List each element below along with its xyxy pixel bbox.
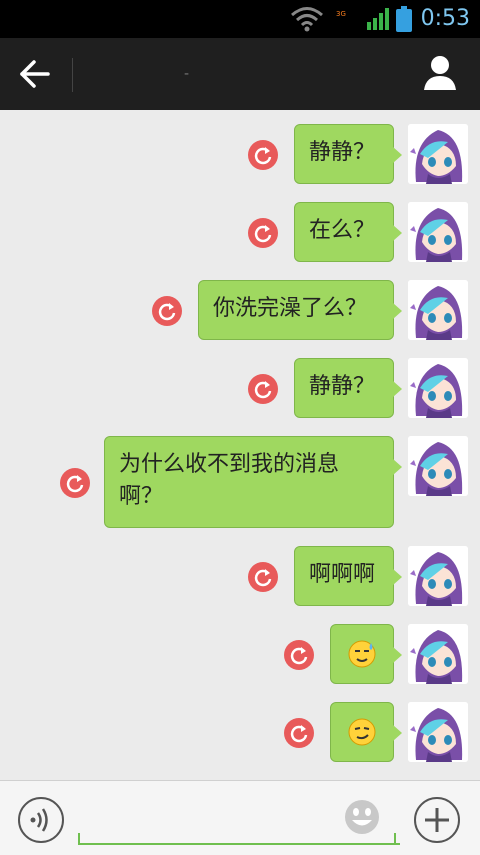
input-bar <box>0 780 480 855</box>
message-bubble[interactable]: 静静？ <box>294 124 402 184</box>
sweat-emoji-icon <box>347 639 377 679</box>
message-bubble[interactable] <box>330 624 402 684</box>
smirk-emoji-icon <box>347 717 377 757</box>
refresh-icon <box>290 723 308 743</box>
input-underline-right <box>394 833 396 843</box>
smiley-icon <box>345 800 379 834</box>
avatar[interactable] <box>408 624 468 684</box>
battery-icon <box>396 6 412 36</box>
message-bubble[interactable] <box>330 702 402 762</box>
voice-input-button[interactable] <box>18 797 64 843</box>
voice-wave-icon <box>30 808 48 832</box>
chat-title: - <box>184 66 190 82</box>
message-text: 静静？ <box>309 374 376 399</box>
message-text: 在么？ <box>309 218 376 243</box>
message-list[interactable]: 静静？ 在么？ 你洗完澡了么？ 静静？ 为什么收不到我的消息啊？ 啊啊啊 <box>0 110 480 780</box>
clock: 0:53 <box>420 6 470 31</box>
back-button[interactable] <box>18 58 54 90</box>
message-bubble[interactable]: 啊啊啊 <box>294 546 402 606</box>
emoji-button[interactable] <box>342 797 382 837</box>
avatar[interactable] <box>408 436 468 496</box>
avatar[interactable] <box>408 702 468 762</box>
avatar[interactable] <box>408 202 468 262</box>
contact-info-button[interactable] <box>422 54 458 92</box>
refresh-icon <box>158 301 176 321</box>
avatar[interactable] <box>408 280 468 340</box>
resend-button[interactable] <box>248 374 278 404</box>
refresh-icon <box>290 645 308 665</box>
message-bubble[interactable]: 你洗完澡了么？ <box>198 280 402 340</box>
refresh-icon <box>66 473 84 493</box>
status-bar: 3G 0:53 <box>0 0 480 38</box>
title-divider <box>72 58 73 92</box>
resend-button[interactable] <box>284 718 314 748</box>
plus-icon <box>425 808 449 832</box>
refresh-icon <box>254 223 272 243</box>
avatar[interactable] <box>408 358 468 418</box>
message-bubble[interactable]: 在么？ <box>294 202 402 262</box>
avatar[interactable] <box>408 124 468 184</box>
input-underline-left <box>78 833 80 843</box>
network-type-label: 3G <box>336 10 346 18</box>
person-icon <box>424 56 456 90</box>
resend-button[interactable] <box>284 640 314 670</box>
resend-button[interactable] <box>248 140 278 170</box>
refresh-icon <box>254 145 272 165</box>
refresh-icon <box>254 567 272 587</box>
title-bar: - <box>0 38 480 110</box>
signal-icon <box>367 8 389 34</box>
message-bubble[interactable]: 为什么收不到我的消息啊？ <box>104 436 402 528</box>
resend-button[interactable] <box>248 562 278 592</box>
refresh-icon <box>254 379 272 399</box>
back-arrow-icon <box>20 60 50 88</box>
resend-button[interactable] <box>248 218 278 248</box>
resend-button[interactable] <box>60 468 90 498</box>
message-text: 为什么收不到我的消息啊？ <box>119 452 340 509</box>
message-bubble[interactable]: 静静？ <box>294 358 402 418</box>
message-text: 啊啊啊 <box>309 562 376 587</box>
message-text: 你洗完澡了么？ <box>213 296 368 321</box>
message-text: 静静？ <box>309 140 376 165</box>
resend-button[interactable] <box>152 296 182 326</box>
wifi-icon <box>290 6 324 36</box>
more-options-button[interactable] <box>414 797 460 843</box>
avatar[interactable] <box>408 546 468 606</box>
